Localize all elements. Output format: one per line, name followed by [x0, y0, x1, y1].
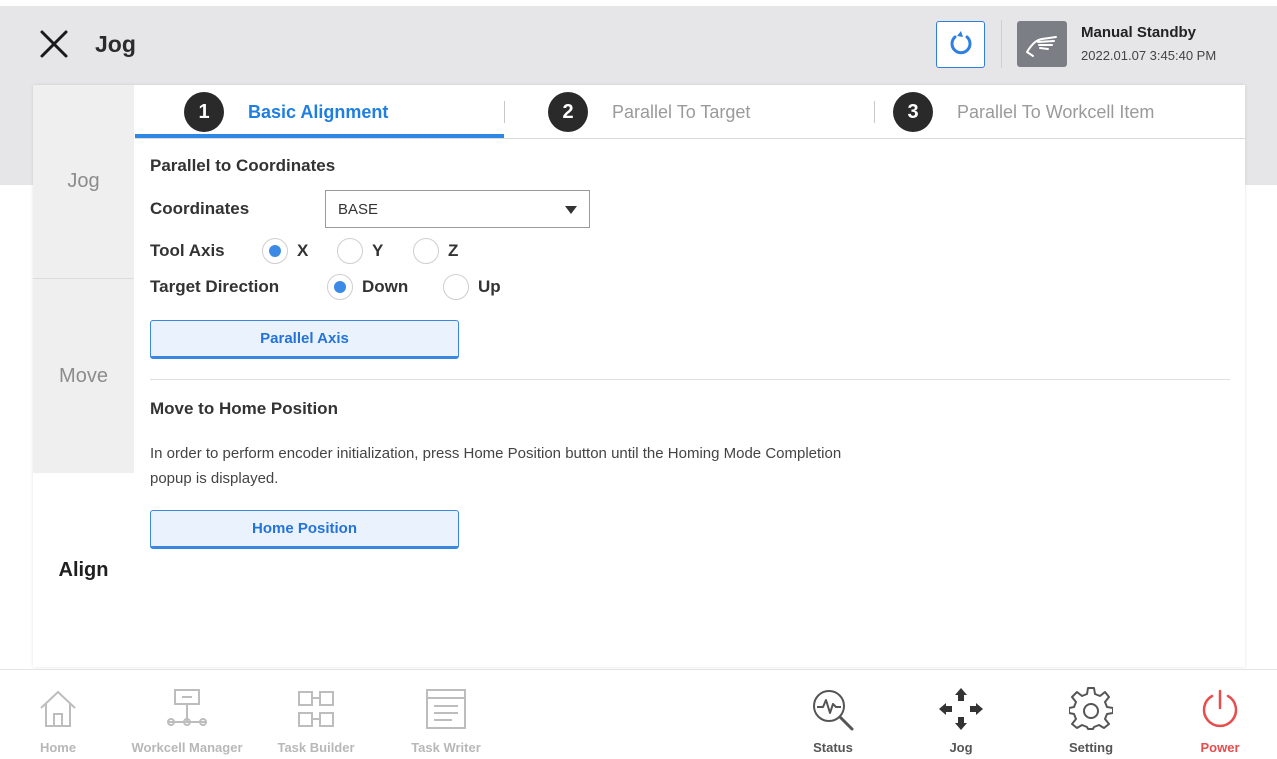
radio-label: Y: [372, 241, 384, 260]
tab-number-badge: 2: [548, 92, 588, 132]
target-direction-label: Target Direction: [150, 277, 280, 296]
tool-axis-radio-y[interactable]: Y: [337, 238, 383, 264]
jog-icon: [937, 686, 985, 732]
side-item-move[interactable]: Move: [33, 279, 134, 473]
radio-label: Up: [478, 277, 501, 296]
nav-home[interactable]: Home: [28, 670, 88, 759]
nav-status[interactable]: Status: [803, 670, 863, 759]
task-builder-icon: [295, 686, 337, 732]
jog-panel: Jog Move Align 1 Basic Alignment 2 Paral…: [33, 85, 1245, 667]
home-icon: [37, 686, 79, 732]
radio-label: X: [297, 241, 309, 260]
refresh-button[interactable]: [936, 21, 985, 68]
tab-basic-alignment[interactable]: 1 Basic Alignment: [184, 85, 388, 139]
radio-button: [443, 274, 469, 300]
nav-label: Jog: [949, 740, 973, 755]
radio-button: [413, 238, 439, 264]
tab-parallel-to-target[interactable]: 2 Parallel To Target: [548, 85, 750, 139]
nav-label: Power: [1200, 740, 1240, 755]
tab-separator: [874, 101, 875, 123]
radio-button: [262, 238, 288, 264]
nav-label: Task Writer: [411, 740, 481, 755]
nav-label: Workcell Manager: [131, 740, 243, 755]
target-direction-radio-up[interactable]: Up: [443, 274, 501, 300]
align-tabs: 1 Basic Alignment 2 Parallel To Target 3…: [135, 85, 1245, 139]
coordinates-select[interactable]: BASE: [325, 190, 590, 228]
side-item-label: Move: [59, 364, 108, 387]
tab-number-badge: 1: [184, 92, 224, 132]
coordinates-value: BASE: [338, 200, 379, 218]
side-item-label: Jog: [67, 170, 100, 192]
tab-label: Basic Alignment: [248, 101, 389, 122]
page-title: Jog: [95, 31, 136, 57]
nav-label: Home: [39, 740, 77, 755]
status-timestamp: 2022.01.07 3:45:40 PM: [1081, 48, 1217, 63]
tool-axis-radio-x[interactable]: X: [262, 238, 308, 264]
nav-label: Status: [813, 740, 853, 755]
tool-axis-radio-z[interactable]: Z: [413, 238, 458, 264]
robot-status-title: Manual Standby: [1081, 24, 1197, 41]
nav-workcell-manager[interactable]: Workcell Manager: [122, 670, 252, 759]
manual-mode-hand-icon: [1017, 21, 1067, 67]
status-icon: [810, 686, 856, 732]
gear-icon: [1069, 686, 1113, 732]
nav-setting[interactable]: Setting: [1058, 670, 1124, 759]
home-position-button[interactable]: Home Position: [150, 510, 459, 549]
home-section-title: Move to Home Position: [150, 399, 338, 418]
tab-label: Parallel To Workcell Item: [957, 101, 1155, 122]
side-item-align[interactable]: Align: [33, 473, 134, 667]
nav-power[interactable]: Power: [1190, 670, 1250, 759]
coordinates-label: Coordinates: [150, 199, 250, 218]
workcell-manager-icon: [165, 686, 209, 732]
close-icon[interactable]: [38, 28, 70, 60]
radio-label: Down: [362, 277, 409, 296]
nav-label: Task Builder: [277, 740, 355, 755]
header-divider: [1001, 20, 1002, 68]
home-description: In order to perform encoder initializati…: [150, 445, 842, 487]
nav-task-writer[interactable]: Task Writer: [398, 670, 494, 759]
nav-label: Setting: [1068, 740, 1114, 755]
radio-button: [327, 274, 353, 300]
tab-number-badge: 3: [893, 92, 933, 132]
task-writer-icon: [424, 686, 468, 732]
refresh-icon: [947, 28, 975, 61]
bottom-navigation: Home Workcell Manager Task Builder Task …: [0, 669, 1277, 759]
tab-separator: [504, 101, 505, 123]
side-menu: Jog Move Align: [33, 85, 134, 667]
tab-label: Parallel To Target: [612, 101, 751, 122]
radio-label: Z: [448, 241, 459, 260]
tool-axis-label: Tool Axis: [150, 241, 225, 260]
parallel-section-title: Parallel to Coordinates: [150, 156, 336, 175]
power-icon: [1199, 686, 1241, 732]
nav-jog[interactable]: Jog: [931, 670, 991, 759]
radio-button: [337, 238, 363, 264]
active-tab-indicator: [135, 134, 504, 138]
target-direction-radio-down[interactable]: Down: [327, 274, 408, 300]
side-item-label: Align: [58, 558, 109, 581]
section-divider: [150, 379, 1230, 380]
chevron-down-icon: [565, 206, 577, 214]
nav-task-builder[interactable]: Task Builder: [267, 670, 365, 759]
side-item-jog[interactable]: Jog: [33, 85, 134, 278]
tab-parallel-to-workcell-item[interactable]: 3 Parallel To Workcell Item: [893, 85, 1154, 139]
parallel-axis-button[interactable]: Parallel Axis: [150, 320, 459, 359]
